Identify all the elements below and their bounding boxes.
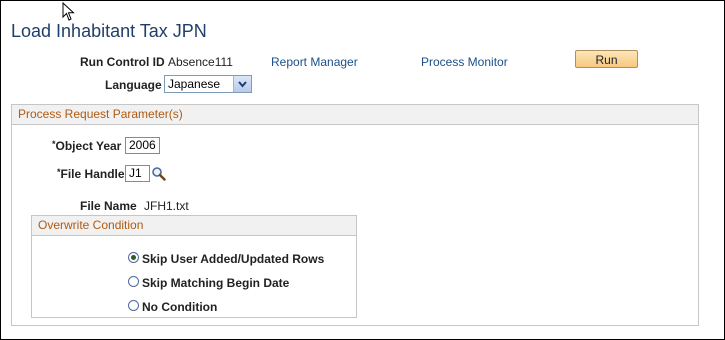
radio-skip-user-added[interactable] [128, 252, 139, 263]
process-request-parameters-header: Process Request Parameter(s) [12, 105, 698, 125]
page-title: Load Inhabitant Tax JPN [11, 21, 207, 41]
radio-no-condition[interactable] [128, 300, 139, 311]
radio-label-skip-user-added: Skip User Added/Updated Rows [142, 252, 325, 266]
report-manager-link[interactable]: Report Manager [271, 55, 358, 69]
language-select[interactable]: Japanese [164, 75, 252, 93]
language-selected-value: Japanese [168, 77, 221, 91]
file-name-label: File Name [80, 199, 137, 213]
object-year-input[interactable]: 2006 [125, 137, 160, 154]
mouse-pointer-icon [62, 2, 75, 21]
process-monitor-link[interactable]: Process Monitor [421, 55, 508, 69]
run-control-value: Absence111 [168, 55, 233, 69]
overwrite-condition-header: Overwrite Condition [32, 216, 356, 236]
file-handle-label: *File Handle [57, 167, 125, 181]
language-dropdown-button[interactable] [233, 76, 251, 92]
radio-skip-matching-begin-date[interactable] [128, 276, 139, 287]
file-handle-input[interactable]: J1 [125, 165, 150, 182]
file-name-value: JFH1.txt [144, 199, 189, 213]
magnifier-icon[interactable] [151, 166, 166, 181]
run-button[interactable]: Run [575, 50, 638, 68]
language-label: Language [105, 78, 162, 92]
object-year-label: *Object Year [52, 139, 122, 153]
radio-label-no-condition: No Condition [142, 300, 218, 314]
run-control-label: Run Control ID [80, 55, 165, 69]
radio-label-skip-matching-begin-date: Skip Matching Begin Date [142, 276, 290, 290]
chevron-down-icon [238, 81, 247, 88]
